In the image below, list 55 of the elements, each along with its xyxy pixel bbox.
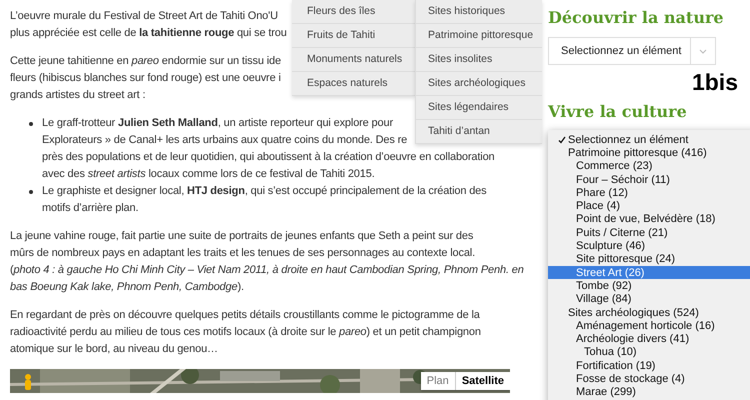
caret-icon	[699, 48, 707, 54]
text-line: (photo 4 : à gauche Ho Chi Minh City – Viet Nam 2011, à droite en haut Cambodian Spring, Phnom Penh. en	[10, 263, 524, 278]
check-icon	[558, 136, 566, 144]
text-line: bas Boeung Kak lake, Phnom Penh, Cambodge).	[10, 280, 244, 295]
text-line: près des populations et de leur quotidien, qui aboutissent à la création d’oeuvre en collaboration	[42, 150, 495, 165]
section-title: Vivre la culture	[548, 102, 688, 121]
option[interactable]: Place (4)	[548, 199, 750, 213]
text-line: motifs d’arrière plan.	[42, 201, 138, 216]
text-line: atomique sur le bord, au niveau du genou…	[10, 342, 218, 357]
option[interactable]: Aménagement horticole (16)	[548, 319, 750, 332]
section-title: Découvrir la nature	[548, 8, 725, 27]
text-line: plus appréciée est celle de la tahitienne rouge qui se trou	[10, 26, 287, 41]
text-line: radioactivité perdu au milieu de tous ces motifs locaux (à droite sur le pareo) et un petit champignon	[10, 325, 481, 340]
person-icon[interactable]	[22, 373, 34, 391]
bullet-icon	[29, 190, 33, 194]
text-line: Cette jeune tahitienne en pareo endormie sur un tissu ide	[10, 54, 281, 69]
menu-item[interactable]: Sites insolites	[416, 48, 542, 72]
text-line: avec des street artists locaux comme lors de ce festival de Tahiti 2015.	[42, 167, 375, 182]
option[interactable]: Point de vue, Belvédère (18)	[548, 212, 750, 226]
option[interactable]: Marae (299)	[548, 386, 750, 399]
option[interactable]: Sites archéologiques (524)	[548, 306, 750, 320]
option[interactable]: Street Art (26)	[548, 266, 750, 280]
option[interactable]: Tombe (92)	[548, 279, 750, 293]
option[interactable]: Patrimoine pittoresque (416)	[548, 146, 750, 160]
map-type-tab[interactable]: Satellite	[454, 372, 510, 390]
text-line: En regardant de près on découvre quelques petits détails croustillants comme le pictogramme de la	[10, 308, 480, 323]
text-line: mûrs de nombreux pays en adaptant les traits et les tenues de ses personnages au contexte local.	[10, 246, 475, 261]
option[interactable]: Selectionnez un élément	[548, 133, 750, 146]
text-line: L’oeuvre murale du Festival de Street Art de Tahiti Ono'U	[10, 9, 278, 24]
menu-item[interactable]: Sites légendaires	[416, 96, 542, 120]
option[interactable]: Puits / Citerne (21)	[548, 226, 750, 240]
menu-item[interactable]: Sites historiques	[416, 0, 542, 24]
note-label: 1bis	[690, 69, 739, 96]
text-line: Explorateurs » de Canal+ les arts urbains aux quatre coins du monde. Des re	[42, 133, 408, 148]
select-field[interactable]: Selectionnez un élément	[548, 37, 716, 65]
menu-item[interactable]: Sites archéologiques	[416, 72, 542, 96]
option[interactable]: Archéologie divers (41)	[548, 332, 750, 346]
option[interactable]: Sculpture (46)	[548, 239, 750, 253]
option[interactable]: Four – Séchoir (11)	[548, 172, 750, 186]
bullet-icon	[29, 122, 33, 126]
text-line: Le graff-trotteur Julien Seth Malland, un artiste reporteur qui explore pour	[42, 116, 393, 131]
option[interactable]: Commerce (23)	[548, 160, 750, 173]
option[interactable]: Tohua (10)	[548, 346, 750, 360]
option[interactable]: Fosse de stockage (4)	[548, 372, 750, 386]
text-line: grands artistes du street art :	[10, 88, 146, 103]
option[interactable]: Village (84)	[548, 292, 750, 306]
option[interactable]: Fortification (19)	[548, 359, 750, 372]
menu-item[interactable]: Tahiti d’antan	[416, 120, 542, 144]
text-line: fleurs (hibiscus blanches sur fond rouge) est une oeuvre i	[10, 71, 281, 86]
text-line: La jeune vahine rouge, fait partie une suite de portraits de jeunes enfants que Seth a peint sur des	[10, 229, 474, 244]
map-type-tab[interactable]: Plan	[420, 372, 455, 390]
option[interactable]: Phare (12)	[548, 186, 750, 200]
menu-item[interactable]: Patrimoine pittoresque	[416, 24, 542, 48]
text-line: Le graphiste et designer local, HTJ design, qui s’est occupé principalement de la création des	[42, 184, 487, 199]
option[interactable]: Site pittoresque (24)	[548, 252, 750, 266]
